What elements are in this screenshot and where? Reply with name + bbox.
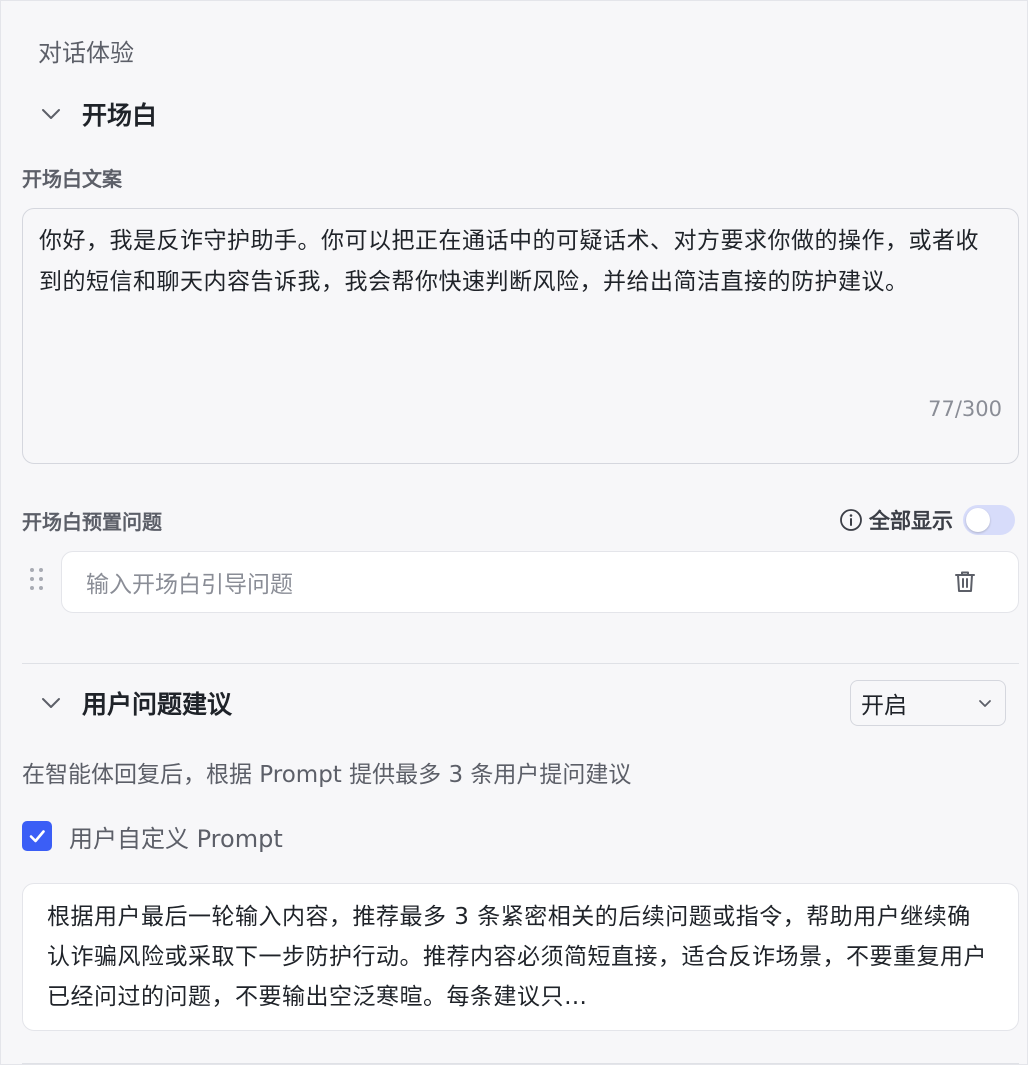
- conversation-experience-panel: 对话体验 开场白 开场白文案 你好，我是反诈守护助手。你可以把正在通话中的可疑话…: [0, 0, 1028, 1065]
- opening-text-field[interactable]: 你好，我是反诈守护助手。你可以把正在通话中的可疑话术、对方要求你做的操作，或者收…: [22, 208, 1019, 464]
- bottom-divider: [22, 1063, 1019, 1064]
- select-value: 开启: [861, 693, 907, 719]
- preset-question-input[interactable]: 输入开场白引导问题: [61, 551, 1019, 613]
- check-icon: [29, 830, 45, 843]
- custom-prompt-checkbox[interactable]: [22, 821, 52, 851]
- preset-questions-label: 开场白预置问题: [22, 510, 162, 534]
- section-divider: [22, 663, 1019, 664]
- opening-title: 开场白: [82, 101, 158, 130]
- show-all-toggle[interactable]: [963, 505, 1015, 535]
- drag-handle-icon[interactable]: [28, 566, 46, 592]
- show-all-control: 全部显示: [839, 503, 1015, 537]
- suggestions-collapse-header[interactable]: 用户问题建议: [38, 683, 232, 723]
- custom-prompt-label: 用户自定义 Prompt: [69, 824, 283, 853]
- suggestions-mode-select[interactable]: 开启: [850, 680, 1006, 726]
- question-placeholder[interactable]: 输入开场白引导问题: [86, 565, 952, 599]
- suggestions-description: 在智能体回复后，根据 Prompt 提供最多 3 条用户提问建议: [22, 762, 632, 788]
- suggestions-title: 用户问题建议: [82, 690, 233, 719]
- opening-collapse-header[interactable]: 开场白: [38, 94, 157, 134]
- custom-prompt-row[interactable]: 用户自定义 Prompt: [22, 818, 283, 854]
- custom-prompt-field[interactable]: 根据用户最后一轮输入内容，推荐最多 3 条紧密相关的后续问题或指令，帮助用户继续…: [22, 883, 1019, 1031]
- toggle-knob: [966, 508, 990, 532]
- character-counter: 77/300: [928, 397, 1002, 421]
- custom-prompt-text[interactable]: 根据用户最后一轮输入内容，推荐最多 3 条紧密相关的后续问题或指令，帮助用户继续…: [47, 897, 994, 1017]
- section-title: 对话体验: [38, 39, 134, 67]
- show-all-label: 全部显示: [869, 509, 953, 533]
- opening-text-value[interactable]: 你好，我是反诈守护助手。你可以把正在通话中的可疑话术、对方要求你做的操作，或者收…: [39, 221, 1002, 303]
- chevron-down-icon[interactable]: [38, 101, 64, 127]
- info-icon[interactable]: [839, 508, 863, 532]
- chevron-down-icon[interactable]: [38, 690, 64, 716]
- trash-icon[interactable]: [952, 569, 978, 595]
- chevron-down-icon: [979, 700, 991, 707]
- opening-text-label: 开场白文案: [22, 167, 122, 191]
